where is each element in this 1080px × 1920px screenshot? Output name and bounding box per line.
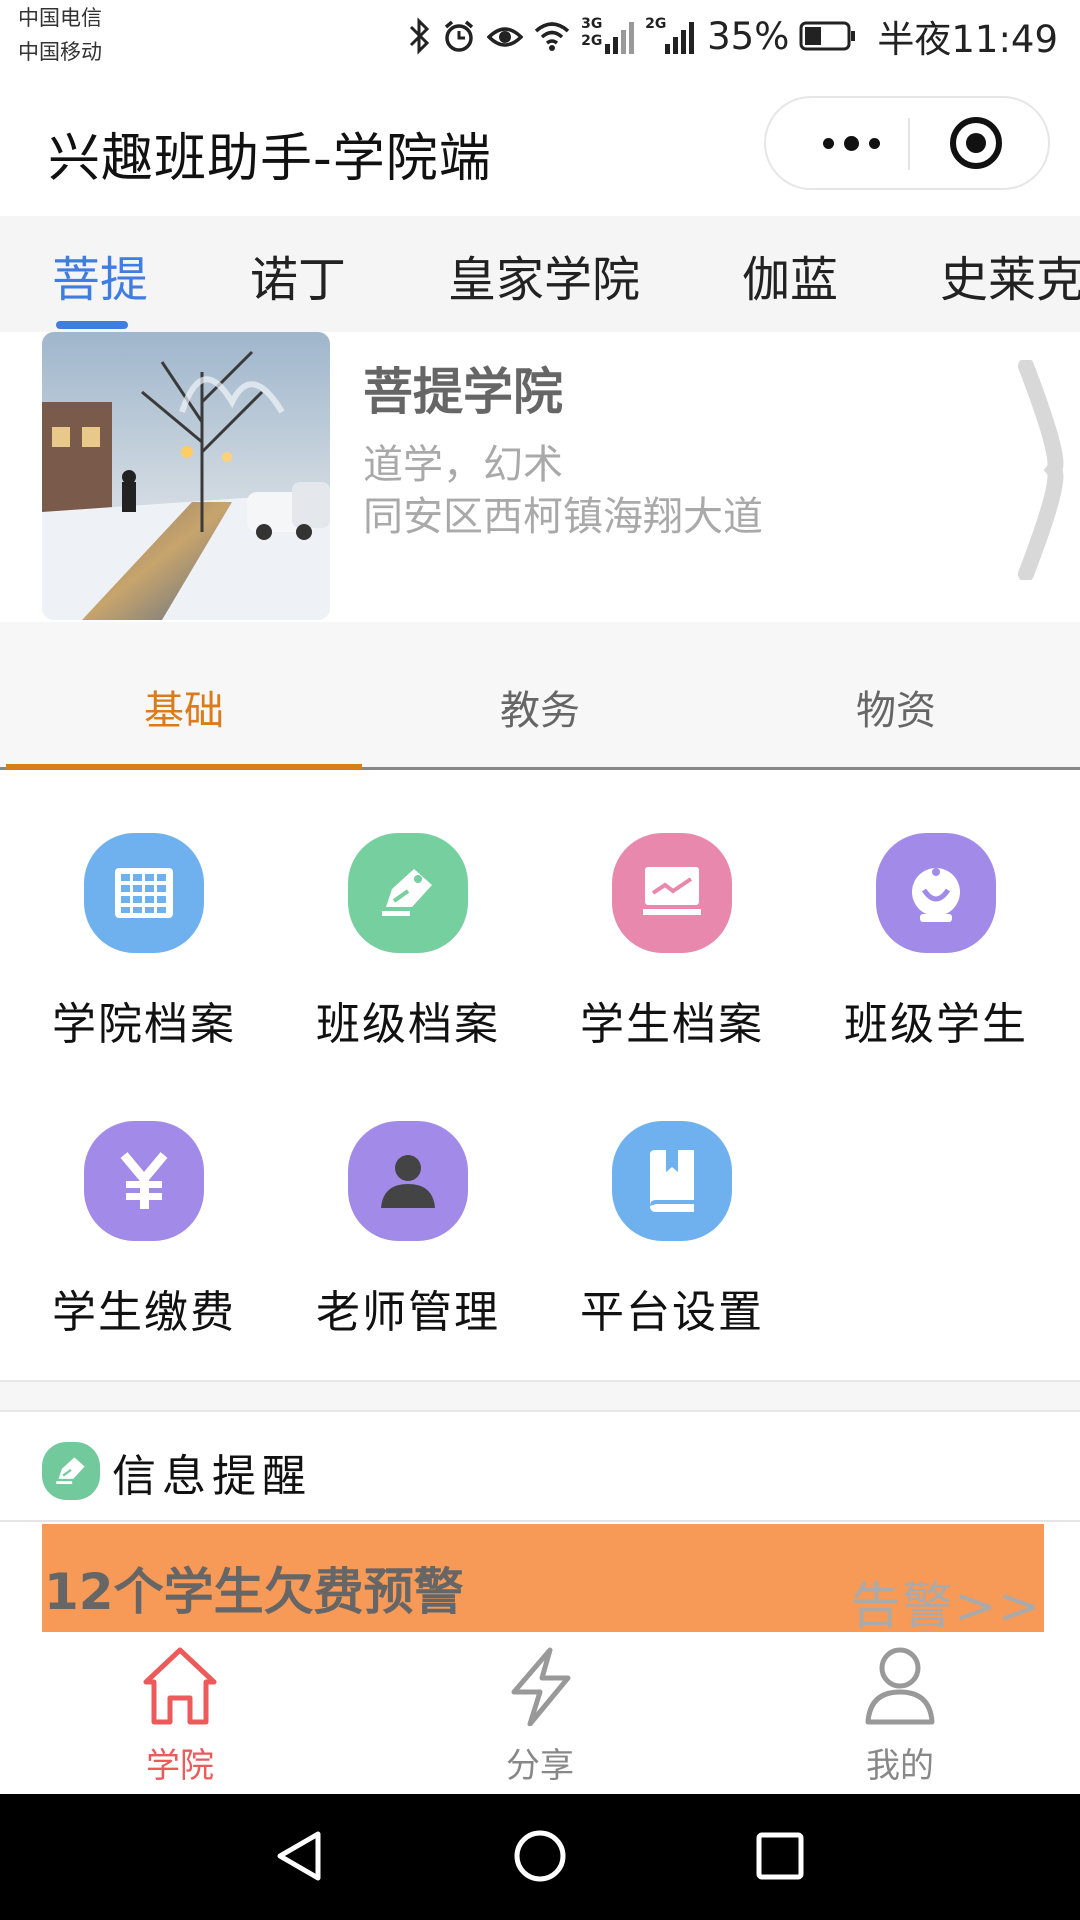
more-dots-icon[interactable] [806,98,896,188]
title-bar: 兴趣班助手-学院端 [0,72,1080,216]
grid-label: 老师管理 [316,1287,500,1338]
tab-academy-shrek[interactable]: 史莱克 [940,240,1080,310]
home-circle-icon[interactable] [510,1826,570,1886]
grid-label: 平台设置 [580,1287,764,1338]
webcam-icon [876,833,996,953]
tab-academic-affairs[interactable]: 教务 [362,678,718,736]
nav-item-mine[interactable]: 我的 [800,1646,1000,1786]
chevron-right-icon[interactable] [1018,360,1070,580]
grid-item-class-students[interactable]: 班级学生 [792,770,1056,1050]
carrier-label: 中国移动 [18,40,102,64]
app-title: 兴趣班助手-学院端 [48,129,492,189]
tab-supplies[interactable]: 物资 [718,678,1074,736]
grid-item-class-archive[interactable]: 班级档案 [264,770,528,1050]
grid-item-platform-settings[interactable]: 平台设置 [528,1058,792,1338]
info-reminder-title: 信息提醒 [112,1451,312,1502]
yen-icon [84,1121,204,1241]
status-bar: 中国电信 中国移动 3G 2G 2G 35% 半夜11:49 [0,0,1080,72]
battery-icon [799,21,856,51]
function-grid: 学院档案 班级档案 学生档案 班级学生 学生缴费 老师管理 平台设置 [0,770,1080,1380]
academy-name: 菩提学院 [363,363,563,421]
tab-academy-jialan[interactable]: 伽蓝 [742,240,838,310]
recents-square-icon[interactable] [750,1826,810,1886]
grid-label: 学院档案 [52,999,236,1050]
nav-label: 分享 [506,1746,574,1786]
tab-academy-nuoding[interactable]: 诺丁 [250,240,346,310]
lightning-icon [511,1647,571,1726]
warning-link[interactable]: 告警>> [850,1566,1042,1632]
tab-academy-puti[interactable]: 菩提 [52,240,148,310]
back-triangle-icon[interactable] [270,1826,330,1886]
grid-item-teacher-management[interactable]: 老师管理 [264,1058,528,1338]
close-target-icon[interactable] [950,117,1002,169]
academy-photo [42,332,330,620]
grid-label: 班级档案 [316,999,500,1050]
academy-address: 同安区西柯镇海翔大道 [363,494,763,540]
home-icon [143,1647,217,1725]
warning-text: 12个学生欠费预警 [44,1563,464,1621]
grid-label: 学生缴费 [52,1287,236,1338]
grid-item-student-payment[interactable]: 学生缴费 [0,1058,264,1338]
nav-label: 学院 [146,1746,214,1786]
bottom-nav: 学院 分享 我的 [0,1632,1080,1794]
grid-item-student-archive[interactable]: 学生档案 [528,770,792,1050]
tab-basic[interactable]: 基础 [6,678,362,736]
pencil-tag-icon [348,833,468,953]
active-tab-indicator [56,321,128,329]
nav-label: 我的 [866,1746,934,1786]
grid-item-academy-archive[interactable]: 学院档案 [0,770,264,1050]
person-icon [348,1121,468,1241]
network-type-label: 2G [645,16,667,32]
grid-label: 班级学生 [844,999,1028,1050]
nav-item-share[interactable]: 分享 [440,1646,640,1786]
status-time: 半夜11:49 [877,18,1058,61]
arrears-warning-banner[interactable]: 12个学生欠费预警 告警>> [42,1524,1044,1632]
chart-board-icon [612,833,732,953]
signal-icon [665,22,695,54]
nav-item-academy[interactable]: 学院 [80,1646,280,1786]
academy-tabs: 菩提 诺丁 皇家学院 伽蓝 史莱克 [0,216,1080,332]
wifi-icon [534,22,570,51]
network-type-label: 3G 2G [581,16,603,49]
miniprogram-capsule [764,96,1050,190]
user-icon [865,1647,935,1725]
pencil-tag-icon [42,1442,100,1500]
academy-card[interactable]: 菩提学院 道学，幻术 同安区西柯镇海翔大道 [0,332,1080,622]
signal-icon [605,22,635,54]
alarm-icon [444,20,474,52]
grid-icon [84,833,204,953]
info-reminder-header: 信息提醒 [0,1412,1080,1522]
section-divider [0,1380,1080,1412]
tab-academy-royal[interactable]: 皇家学院 [448,240,640,310]
bluetooth-icon [410,17,430,55]
battery-percent: 35% [707,14,790,58]
grid-label: 学生档案 [580,999,764,1050]
carrier-label: 中国电信 [18,6,102,30]
function-tabs: 基础 教务 物资 [0,622,1080,770]
eye-icon [487,27,524,47]
academy-subjects: 道学，幻术 [363,442,563,488]
system-nav-bar [0,1794,1080,1920]
capsule-divider [908,118,910,170]
book-icon [612,1121,732,1241]
